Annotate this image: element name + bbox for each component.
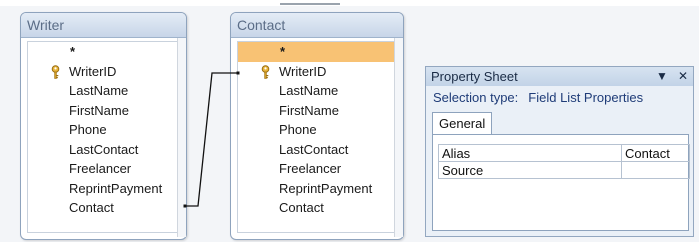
- property-name: Alias: [438, 144, 622, 162]
- field-list-title[interactable]: Writer: [21, 13, 186, 38]
- field-lastcontact[interactable]: LastContact: [238, 140, 394, 160]
- field-freelancer[interactable]: Freelancer: [28, 159, 177, 179]
- writer-field-list[interactable]: Writer * WriterID LastName FirstName Pho…: [20, 12, 187, 240]
- field-firstname[interactable]: FirstName: [238, 101, 394, 121]
- field-list-body: * WriterID LastName FirstName Phone Last…: [27, 38, 186, 237]
- properties-panel: Alias Contact Source: [432, 134, 690, 231]
- property-sheet-titlebar: Property Sheet ▼ ✕: [426, 67, 693, 86]
- close-icon[interactable]: ✕: [678, 69, 688, 83]
- field-label: WriterID: [69, 63, 117, 79]
- dropdown-icon[interactable]: ▼: [656, 69, 668, 83]
- property-name: Source: [438, 161, 622, 179]
- selection-type-value: Field List Properties: [528, 90, 644, 105]
- field-phone[interactable]: Phone: [238, 120, 394, 140]
- property-sheet-pane: Property Sheet ▼ ✕ Selection type: Field L…: [425, 66, 694, 237]
- field-lastname[interactable]: LastName: [28, 81, 177, 101]
- selection-type: Selection type: Field List Properties: [426, 86, 693, 108]
- field-contact[interactable]: Contact: [28, 198, 177, 218]
- contact-field-list[interactable]: Contact * WriterID LastName FirstName Ph…: [230, 12, 404, 240]
- field-lastname[interactable]: LastName: [238, 81, 394, 101]
- property-value-input[interactable]: Contact: [621, 144, 690, 162]
- property-value-input[interactable]: [621, 161, 690, 179]
- field-firstname[interactable]: FirstName: [28, 101, 177, 121]
- field-phone[interactable]: Phone: [28, 120, 177, 140]
- scrollbar[interactable]: [177, 38, 186, 237]
- field-reprintpayment[interactable]: ReprintPayment: [28, 179, 177, 199]
- field-writerid[interactable]: WriterID: [238, 62, 394, 82]
- tab-row: General: [432, 112, 493, 134]
- property-row-alias[interactable]: Alias Contact: [438, 144, 690, 162]
- tab-general[interactable]: General: [432, 112, 493, 134]
- property-row-source[interactable]: Source: [438, 161, 690, 179]
- field-lastcontact[interactable]: LastContact: [28, 140, 177, 160]
- field-freelancer[interactable]: Freelancer: [238, 159, 394, 179]
- field-list-body: * WriterID LastName FirstName Phone Last…: [237, 38, 403, 237]
- field-all-star[interactable]: *: [238, 42, 394, 62]
- field-list-title[interactable]: Contact: [231, 13, 403, 38]
- field-all-star[interactable]: *: [28, 42, 177, 62]
- scrollbar[interactable]: [394, 38, 403, 237]
- primary-key-icon: [261, 64, 270, 79]
- ruler-edge: [230, 0, 410, 6]
- property-sheet-title: Property Sheet: [431, 69, 518, 84]
- field-label: WriterID: [279, 63, 327, 79]
- field-writerid[interactable]: WriterID: [28, 62, 177, 82]
- primary-key-icon: [51, 64, 60, 79]
- field-contact[interactable]: Contact: [238, 198, 394, 218]
- properties-grid: Alias Contact Source: [438, 144, 690, 179]
- field-reprintpayment[interactable]: ReprintPayment: [238, 179, 394, 199]
- selection-type-label: Selection type:: [433, 90, 519, 105]
